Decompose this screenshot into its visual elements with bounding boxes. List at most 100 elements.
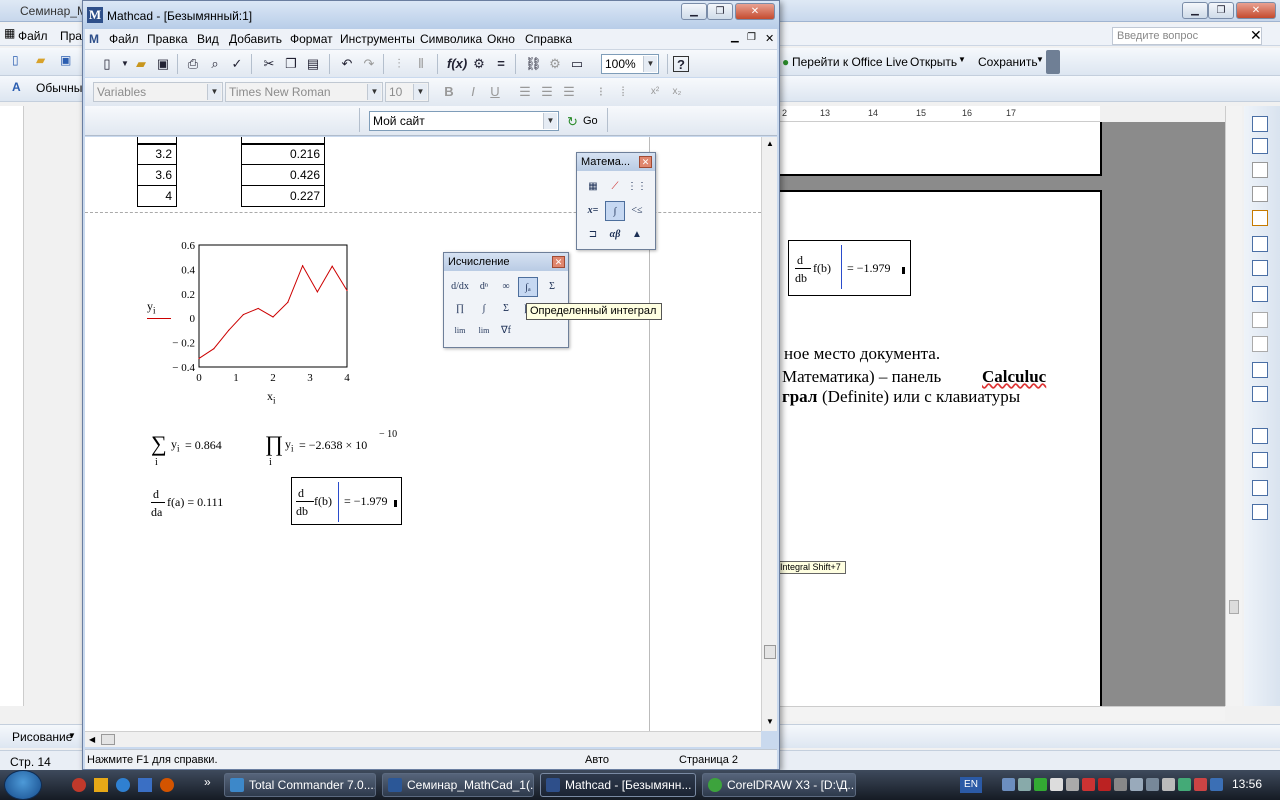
side-tool-icon[interactable] <box>1252 362 1268 378</box>
side-tool-icon[interactable] <box>1252 286 1268 302</box>
undo-icon[interactable]: ↶ <box>339 56 355 72</box>
scroll-thumb[interactable] <box>764 645 776 659</box>
menu-format[interactable]: Формат <box>290 32 333 46</box>
tray-icon[interactable] <box>1210 778 1223 791</box>
range-sum-icon[interactable]: Σ <box>542 277 562 297</box>
quicklaunch-more-icon[interactable]: » <box>204 775 211 789</box>
graph-icon[interactable]: ⟋ <box>605 177 625 197</box>
task-coreldraw[interactable]: CorelDRAW X3 - [D:\Д... <box>702 773 856 797</box>
zoom-combo[interactable]: 100% ▼ <box>601 54 659 74</box>
derivative-b-expression[interactable]: d db f(b) = −1.979 <box>291 477 402 525</box>
task-word[interactable]: Семинар_MathCad_1(... <box>382 773 534 797</box>
horizontal-ruler[interactable]: 2 13 14 15 16 17 <box>780 106 1100 122</box>
tray-icon[interactable] <box>1050 778 1063 791</box>
word-horizontal-scrollbar[interactable] <box>780 706 1225 721</box>
calculator-icon[interactable]: ▦ <box>583 177 603 197</box>
save-icon[interactable]: ▣ <box>155 56 171 72</box>
new-dropdown-icon[interactable]: ▼ <box>117 56 133 72</box>
mathcad-maximize-button[interactable]: ❐ <box>707 3 733 20</box>
styles-icon[interactable]: A <box>12 80 21 94</box>
calculus-toolbar-close-icon[interactable]: ✕ <box>552 256 565 268</box>
tray-icon[interactable] <box>1082 778 1095 791</box>
left-limit-icon[interactable]: lim <box>474 321 494 341</box>
programming-icon[interactable]: ⊐ <box>583 225 603 245</box>
side-tool-icon[interactable] <box>1252 428 1268 444</box>
sort-icon[interactable] <box>1252 504 1268 520</box>
math-toolbar-close-icon[interactable]: ✕ <box>639 156 652 168</box>
menu-file[interactable]: Файл <box>109 32 139 46</box>
language-indicator[interactable]: EN <box>960 777 982 793</box>
new-icon[interactable]: ▯ <box>99 56 115 72</box>
word-minimize-button[interactable]: ▁ <box>1182 2 1208 19</box>
tray-icon[interactable] <box>1002 778 1015 791</box>
quicklaunch-icon[interactable] <box>72 778 86 792</box>
tray-icon[interactable] <box>1018 778 1031 791</box>
new-doc-icon[interactable]: ▯ <box>12 53 19 67</box>
mathcad-close-button[interactable]: ✕ <box>735 3 775 20</box>
summation-icon[interactable]: Σ <box>496 299 516 319</box>
side-tool-icon[interactable] <box>1252 138 1268 154</box>
menu-symbolics[interactable]: Символика <box>420 32 482 46</box>
calculus-toolbar-titlebar[interactable]: Исчисление ✕ <box>444 253 568 271</box>
evaluation-icon[interactable]: x= <box>583 201 603 221</box>
scroll-thumb[interactable] <box>101 734 115 745</box>
cut-icon[interactable]: ✂ <box>261 56 277 72</box>
doc-menu-icon[interactable]: M <box>89 32 99 46</box>
mathcad-horizontal-scrollbar[interactable]: ◀ <box>85 731 761 747</box>
side-tool-icon[interactable] <box>1252 336 1268 352</box>
go-arrow-icon[interactable]: ↻ <box>567 114 578 130</box>
toolbar-grip[interactable] <box>1046 50 1060 74</box>
math-toolbar-titlebar[interactable]: Матема... ✕ <box>577 153 655 171</box>
volume-icon[interactable] <box>1162 778 1175 791</box>
menu-help[interactable]: Справка <box>525 32 572 46</box>
tray-icon[interactable] <box>1178 778 1191 791</box>
insert-hyperlink-icon[interactable]: ⛓ <box>525 56 542 72</box>
save-dropdown-icon[interactable]: ▼ <box>1036 55 1044 64</box>
zoom-dropdown-icon[interactable]: ▼ <box>643 56 657 72</box>
gradient-icon[interactable]: ∇f <box>496 321 516 341</box>
scroll-left-icon[interactable]: ◀ <box>89 735 95 744</box>
clock[interactable]: 13:56 <box>1232 777 1262 791</box>
calculate-icon[interactable]: = <box>493 56 509 72</box>
task-mathcad[interactable]: Mathcad - [Безымянн... <box>540 773 696 797</box>
side-tool-icon[interactable] <box>1252 312 1268 328</box>
side-tool-icon[interactable] <box>1252 210 1268 226</box>
go-button[interactable]: Go <box>583 115 598 127</box>
copy-icon[interactable]: ❐ <box>283 56 299 72</box>
print-preview-icon[interactable]: ⌕ <box>207 56 223 72</box>
side-tool-icon[interactable] <box>1252 116 1268 132</box>
scroll-thumb[interactable] <box>1229 600 1239 614</box>
task-total-commander[interactable]: Total Commander 7.0.... <box>224 773 376 797</box>
xy-plot[interactable]: 0.60.40.20− 0.2− 0.40 1 2 3 4 <box>137 237 377 409</box>
doc-minimize-icon[interactable]: ▁ <box>731 32 739 43</box>
print-icon[interactable]: ⎙ <box>185 56 201 72</box>
word-close-button[interactable]: ✕ <box>1236 2 1276 19</box>
y-table[interactable]: 0.216 0.426 0.227 <box>241 143 325 207</box>
definite-integral-icon[interactable]: ∫ₐ <box>518 277 538 297</box>
range-product-icon[interactable]: ∏ <box>450 299 470 319</box>
side-tool-icon[interactable] <box>1252 236 1268 252</box>
sort-icon[interactable] <box>1252 480 1268 496</box>
word-menu-edit[interactable]: Пра <box>60 29 82 43</box>
mathcad-worksheet[interactable]: 3.2 3.6 4 0.216 0.426 0.227 0.6 0.4 0.2 0− … <box>85 137 761 731</box>
mathcad-minimize-button[interactable]: ▁ <box>681 3 707 20</box>
menu-edit[interactable]: Правка <box>147 32 188 46</box>
tray-icon[interactable] <box>1194 778 1207 791</box>
x-table[interactable]: 3.2 3.6 4 <box>137 143 177 207</box>
mathcad-vertical-scrollbar[interactable]: ▲ ▼ <box>761 137 777 731</box>
tray-icon[interactable] <box>1098 778 1111 791</box>
word-help-close-icon[interactable]: ✕ <box>1250 27 1262 44</box>
insert-function-icon[interactable]: f(x) <box>447 56 467 72</box>
quicklaunch-icon[interactable] <box>94 778 108 792</box>
menu-tools[interactable]: Инструменты <box>340 32 415 46</box>
tray-icon[interactable] <box>1066 778 1079 791</box>
symbolic-icon[interactable]: ▲ <box>627 225 647 245</box>
doc-close-icon[interactable]: ✕ <box>765 32 774 45</box>
matrix-icon[interactable]: ⋮⋮ <box>627 177 647 197</box>
indefinite-integral-icon[interactable]: ∫ <box>474 299 494 319</box>
scroll-up-icon[interactable]: ▲ <box>766 139 774 148</box>
word-vertical-scrollbar[interactable] <box>1225 106 1242 706</box>
word-embedded-formula[interactable]: d db f(b) = −1.979 <box>788 240 911 296</box>
open-button[interactable]: Открыть <box>910 55 957 69</box>
drawing-dropdown-icon[interactable]: ▼ <box>68 731 76 740</box>
